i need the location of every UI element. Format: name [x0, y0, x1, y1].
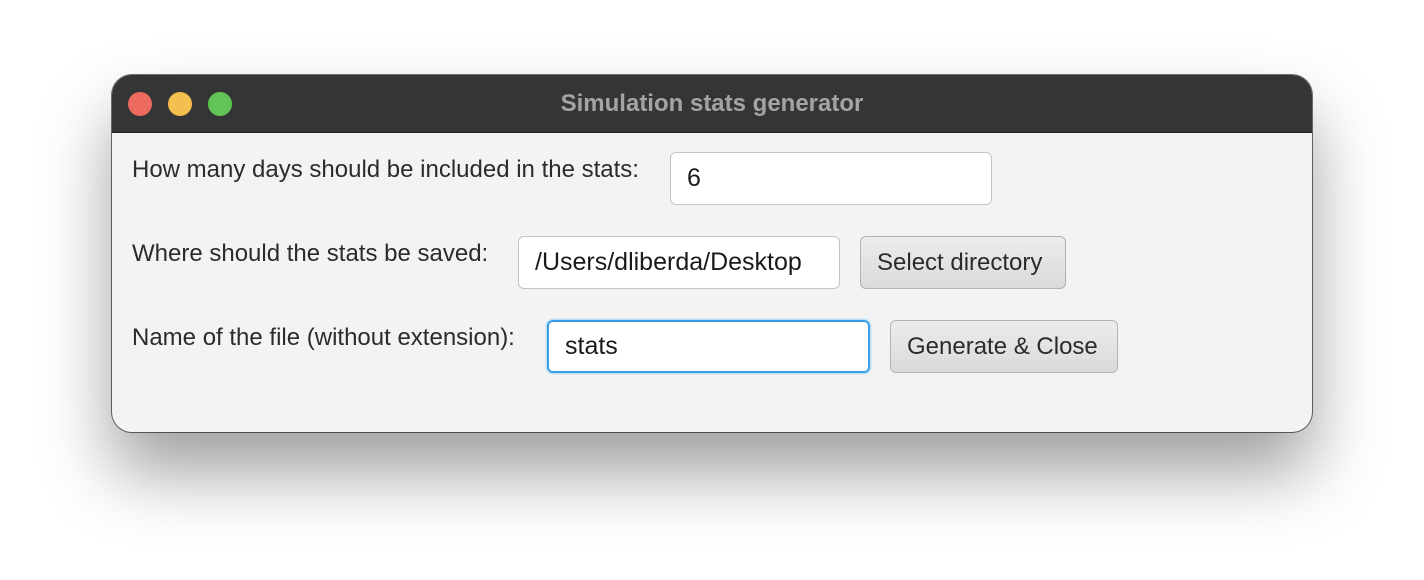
app-window: Simulation stats generator How many days…	[112, 75, 1312, 432]
select-directory-button[interactable]: Select directory	[860, 236, 1066, 289]
title-bar[interactable]: Simulation stats generator	[112, 75, 1312, 133]
generate-close-button[interactable]: Generate & Close	[890, 320, 1118, 373]
filename-label: Name of the file (without extension):	[132, 324, 515, 351]
filename-input[interactable]	[547, 320, 870, 373]
days-label: How many days should be included in the …	[132, 156, 639, 183]
window-title: Simulation stats generator	[560, 90, 864, 117]
days-input[interactable]	[670, 152, 992, 205]
directory-input[interactable]	[518, 236, 840, 289]
directory-label: Where should the stats be saved:	[132, 240, 489, 267]
